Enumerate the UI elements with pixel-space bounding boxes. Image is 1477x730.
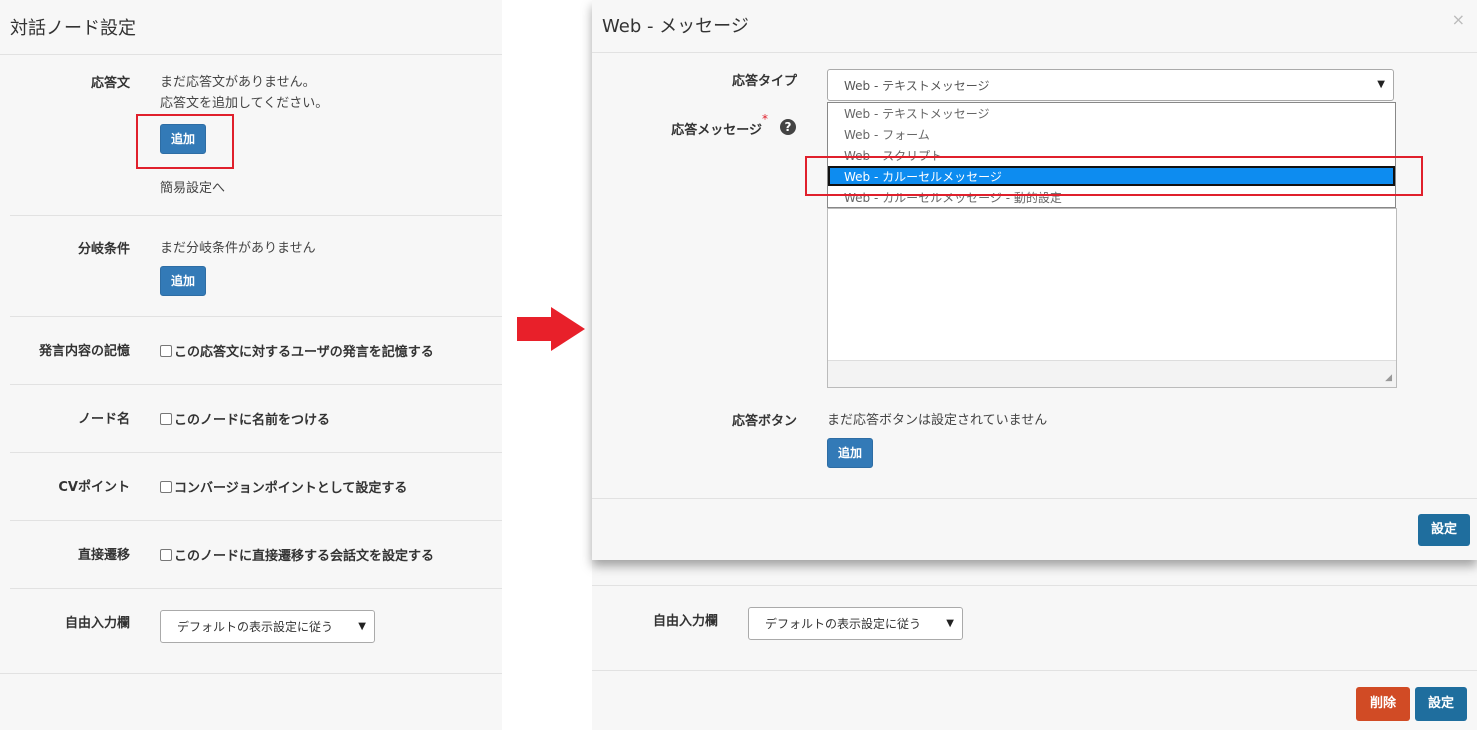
response-type-label: 応答タイプ [731,74,797,89]
divider [10,452,502,453]
add-response-button[interactable]: 追加 [827,438,873,468]
response-button-label: 応答ボタン [731,414,797,429]
free-input-label: 自由入力欄 [64,616,130,631]
node-name-checkbox[interactable]: このノードに名前をつける [160,409,330,428]
modal-title: Web - メッセージ [602,16,749,37]
close-icon[interactable]: × [1452,10,1465,29]
help-icon[interactable]: ? [780,119,796,135]
divider [10,215,502,216]
utterance-memory-checkbox[interactable]: この応答文に対するユーザの発言を記憶する [160,341,434,360]
select-value: デフォルトの表示設定に従う [177,620,334,634]
panel-title: 対話ノード設定 [10,18,136,39]
response-message-textarea[interactable]: ◢ [827,208,1397,388]
checkbox-icon[interactable] [160,412,172,425]
divider [592,498,1477,499]
free-input-select[interactable]: デフォルトの表示設定に従う ▼ [748,607,963,640]
checkbox-icon[interactable] [160,548,172,561]
right-arrow-icon [517,307,585,351]
select-value: Web - テキストメッセージ [844,78,990,93]
option-text-message[interactable]: Web - テキストメッセージ [828,103,1395,123]
option-form[interactable]: Web - フォーム [828,124,1395,144]
delete-button[interactable]: 削除 [1356,687,1410,721]
divider [0,54,502,55]
divider [592,52,1477,53]
easy-setup-link[interactable]: 簡易設定へ [160,177,225,196]
divider [10,316,502,317]
select-value: デフォルトの表示設定に従う [765,617,922,631]
checkbox-icon[interactable] [160,344,172,357]
chevron-down-icon: ▼ [358,620,366,632]
node-name-label: ノード名 [77,412,130,427]
divider [10,384,502,385]
chevron-down-icon: ▼ [1377,78,1385,90]
save-button[interactable]: 設定 [1415,687,1467,721]
checkbox-label: コンバージョンポイントとして設定する [174,481,408,496]
direct-transition-checkbox[interactable]: このノードに直接遷移する会話文を設定する [160,545,434,564]
checkbox-label: このノードに直接遷移する会話文を設定する [174,549,435,564]
node-settings-panel: 対話ノード設定 応答文 まだ応答文がありません。 応答文を追加してください。 追… [0,0,502,730]
save-button[interactable]: 設定 [1418,514,1470,546]
divider [592,670,1477,671]
free-input-select[interactable]: デフォルトの表示設定に従う ▼ [160,610,375,643]
divider [10,520,502,521]
checkbox-label: この応答文に対するユーザの発言を記憶する [174,345,434,360]
checkbox-label: このノードに名前をつける [174,413,331,428]
branch-condition-empty: まだ分岐条件がありません [160,241,316,256]
add-branch-button[interactable]: 追加 [160,266,206,296]
divider [592,585,1477,586]
checkbox-icon[interactable] [160,480,172,493]
background-panel: 自由入力欄 デフォルトの表示設定に従う ▼ 削除 設定 [592,560,1477,730]
branch-condition-label: 分岐条件 [77,242,130,257]
response-text-empty-line2: 応答文を追加してください。 [160,96,329,111]
resize-handle-icon[interactable]: ◢ [1385,373,1392,383]
free-input-label: 自由入力欄 [652,614,718,629]
direct-transition-label: 直接遷移 [77,548,130,563]
response-message-label: 応答メッセージ [671,123,762,138]
chevron-down-icon: ▼ [946,617,954,629]
response-button-empty: まだ応答ボタンは設定されていません [827,413,1048,428]
cv-point-label: CVポイント [58,480,130,495]
response-type-select[interactable]: Web - テキストメッセージ ▼ [827,69,1394,101]
divider [0,673,502,674]
response-text-label: 応答文 [90,76,130,91]
highlight-box [805,156,1423,196]
utterance-memory-label: 発言内容の記憶 [38,344,130,359]
message-modal: Web - メッセージ × 応答タイプ Web - テキストメッセージ ▼ 応答… [592,0,1477,560]
divider [10,588,502,589]
textarea-footer: ◢ [828,360,1396,387]
required-mark: * [762,112,768,126]
response-text-empty-line1: まだ応答文がありません。 [160,75,316,90]
highlight-box [136,114,234,169]
cv-point-checkbox[interactable]: コンバージョンポイントとして設定する [160,477,407,496]
